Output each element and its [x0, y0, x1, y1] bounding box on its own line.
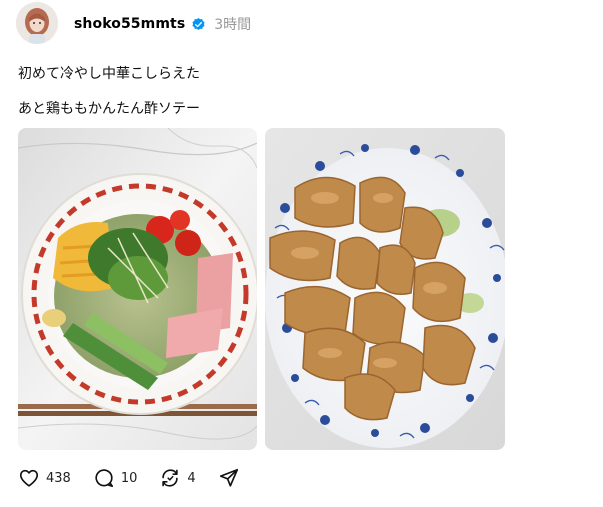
post-image-2[interactable]: [265, 128, 505, 450]
caption-line: あと鶏ももかんたん酢ソテー: [18, 101, 200, 117]
hiyashi-chuka-image: [18, 128, 257, 450]
comment-count: 10: [120, 470, 138, 486]
verified-badge-icon: [191, 17, 206, 32]
share-icon: [218, 467, 240, 489]
comment-button[interactable]: 10: [93, 467, 138, 489]
heart-icon: [18, 467, 40, 489]
like-button[interactable]: 438: [18, 467, 71, 489]
avatar-image: [16, 2, 58, 44]
action-bar: 438 10 4: [18, 466, 262, 490]
thread-post: shoko55mmts 3時間 初めて冷やし中華こしらえた あと鶏ももかんたん酢…: [0, 0, 603, 507]
share-button[interactable]: [218, 467, 240, 489]
post-header: shoko55mmts 3時間: [74, 14, 251, 34]
like-count: 438: [46, 470, 71, 486]
username[interactable]: shoko55mmts: [74, 16, 185, 32]
avatar[interactable]: [16, 2, 58, 44]
repost-count: 4: [187, 470, 196, 486]
comment-icon: [93, 467, 115, 489]
repost-icon: [159, 467, 181, 489]
repost-button[interactable]: 4: [159, 467, 196, 489]
timestamp: 3時間: [214, 17, 252, 33]
post-image-1[interactable]: [18, 128, 257, 450]
chicken-saute-image: [265, 128, 505, 450]
caption-line: 初めて冷やし中華こしらえた: [18, 66, 200, 82]
